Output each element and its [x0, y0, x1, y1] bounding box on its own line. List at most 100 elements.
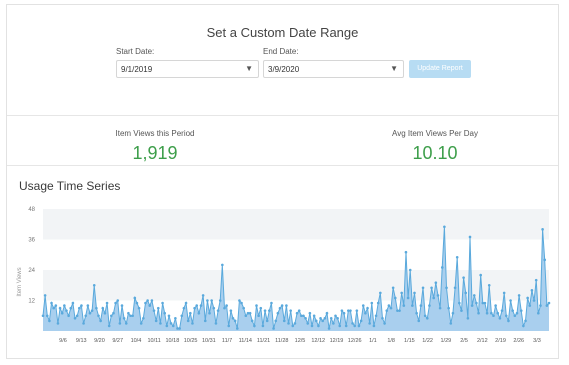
- data-point: [443, 225, 446, 229]
- data-point: [127, 311, 130, 315]
- x-tick-label: 11/21: [257, 338, 270, 344]
- data-point: [547, 301, 551, 305]
- data-point: [464, 291, 468, 295]
- data-point: [114, 301, 117, 305]
- data-point: [148, 304, 152, 307]
- data-point: [223, 306, 226, 310]
- data-point: [344, 324, 348, 328]
- data-point: [203, 319, 207, 323]
- data-point: [184, 301, 188, 305]
- data-point: [447, 306, 450, 310]
- x-tick-label: 3/3: [533, 338, 541, 344]
- data-point: [99, 319, 102, 323]
- data-point: [174, 316, 177, 320]
- x-tick-label: 2/26: [513, 338, 524, 344]
- data-point: [248, 311, 252, 315]
- data-point: [449, 322, 453, 325]
- end-date-select[interactable]: 3/9/2020 ▼: [263, 60, 404, 78]
- data-point: [52, 306, 55, 310]
- data-point: [238, 299, 241, 302]
- data-point: [289, 309, 292, 312]
- data-point: [460, 309, 463, 312]
- data-point: [353, 324, 357, 328]
- data-point: [41, 314, 45, 318]
- data-point: [543, 258, 547, 262]
- y-tick-label: 24: [28, 268, 35, 274]
- x-tick-label: 12/5: [295, 338, 306, 344]
- data-point: [150, 299, 154, 302]
- data-point: [338, 324, 342, 328]
- data-point: [182, 306, 186, 310]
- start-date-value: 9/1/2019: [121, 65, 153, 74]
- data-point: [253, 324, 256, 328]
- data-point: [161, 301, 164, 305]
- data-point: [314, 319, 318, 323]
- data-point: [133, 296, 137, 300]
- data-point: [509, 299, 512, 302]
- data-point: [265, 319, 269, 323]
- data-point: [221, 263, 224, 267]
- data-point: [423, 314, 427, 318]
- x-tick-label: 11/14: [239, 338, 252, 344]
- data-point: [385, 309, 389, 312]
- data-point: [112, 311, 115, 315]
- data-point: [445, 286, 448, 290]
- data-point: [524, 319, 527, 323]
- data-point: [364, 311, 367, 315]
- data-point: [483, 301, 487, 305]
- x-tick-label: 9/6: [59, 338, 67, 344]
- data-point: [519, 309, 523, 312]
- data-point: [426, 316, 429, 320]
- divider: [7, 165, 558, 166]
- data-point: [201, 294, 205, 297]
- data-point: [297, 309, 301, 312]
- data-point: [374, 314, 378, 318]
- data-point: [65, 309, 68, 312]
- data-point: [332, 322, 335, 325]
- data-point: [342, 311, 346, 315]
- data-point: [137, 306, 141, 310]
- data-point: [180, 314, 184, 318]
- data-point: [178, 327, 181, 330]
- chart-grid: [43, 209, 549, 301]
- data-point: [95, 306, 98, 310]
- data-point: [144, 301, 147, 305]
- data-point: [142, 316, 145, 320]
- x-tick-label: 12/19: [330, 338, 344, 344]
- data-point: [381, 316, 384, 320]
- data-point: [411, 304, 414, 307]
- data-point: [430, 286, 433, 290]
- start-date-select[interactable]: 9/1/2019 ▼: [116, 60, 259, 78]
- data-point: [511, 309, 515, 312]
- data-point: [370, 301, 374, 305]
- data-point: [274, 319, 278, 323]
- data-point: [293, 322, 297, 325]
- data-point: [154, 319, 158, 323]
- data-point: [458, 301, 461, 305]
- data-point: [229, 309, 233, 312]
- data-point: [43, 294, 47, 297]
- data-point: [135, 301, 139, 305]
- data-point: [406, 296, 410, 300]
- data-point: [528, 304, 532, 307]
- data-point: [210, 299, 213, 302]
- data-point: [261, 324, 265, 328]
- data-point: [107, 324, 111, 328]
- data-point: [56, 322, 60, 325]
- data-point: [312, 314, 316, 318]
- data-point: [522, 324, 525, 328]
- data-point: [402, 304, 406, 307]
- update-report-button[interactable]: Update Report: [409, 60, 471, 78]
- data-point: [475, 301, 478, 305]
- data-point: [319, 316, 322, 320]
- data-point: [492, 314, 495, 318]
- data-point: [167, 314, 171, 318]
- data-point: [186, 319, 190, 323]
- data-point: [110, 314, 113, 318]
- usage-chart: 12 24 36 48 Item Views 9/6 9/13 9/20 9/27 10/4 1…: [17, 207, 551, 344]
- data-point: [231, 316, 235, 320]
- data-point: [436, 294, 440, 297]
- x-tick-label: 10/31: [202, 338, 216, 344]
- data-point: [122, 316, 126, 320]
- data-point: [54, 304, 58, 307]
